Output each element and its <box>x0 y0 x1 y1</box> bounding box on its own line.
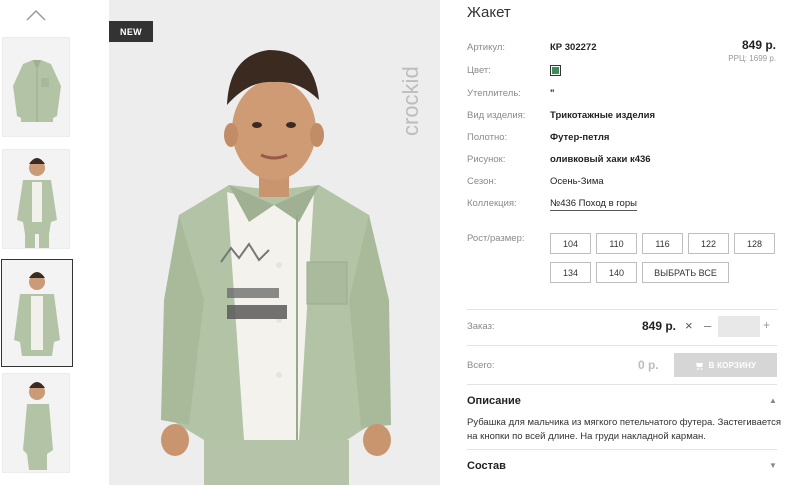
thumbnail-side-view[interactable] <box>2 373 70 473</box>
attr-label-collection: Коллекция: <box>467 198 517 209</box>
attr-value-pattern: оливковый хаки к436 <box>550 154 651 165</box>
quantity-input[interactable] <box>718 316 760 337</box>
main-product-photo[interactable]: NEW crockid <box>109 0 440 485</box>
thumbnail-selected[interactable] <box>1 259 73 367</box>
select-all-sizes-button[interactable]: ВЫБРАТЬ ВСЕ <box>642 262 729 283</box>
order-label: Заказ: <box>467 321 495 332</box>
size-option[interactable]: 104 <box>550 233 591 254</box>
composition-toggle[interactable]: Состав <box>467 460 506 472</box>
attr-label-insulation: Утеплитель: <box>467 88 521 99</box>
attr-value-type: Трикотажные изделия <box>550 110 656 121</box>
collection-link[interactable]: №436 Поход в горы <box>550 198 637 211</box>
description-text: Рубашка для мальчика из мягкого петельча… <box>467 417 782 442</box>
collection-link-text[interactable]: №436 Поход в горы <box>550 198 637 211</box>
attr-label-type: Вид изделия: <box>467 110 526 121</box>
new-badge: NEW <box>109 21 153 42</box>
crockid-logo: crockid <box>398 66 423 136</box>
close-icon[interactable]: × <box>685 318 693 333</box>
chevron-down-icon[interactable]: ▼ <box>769 461 777 470</box>
thumbnail-jacket[interactable] <box>2 37 70 137</box>
divider <box>467 309 777 310</box>
size-option[interactable]: 134 <box>550 262 591 283</box>
svg-text:crockid: crockid <box>398 66 423 136</box>
decrease-quantity-button[interactable]: – <box>704 318 711 333</box>
total-label: Всего: <box>467 360 495 371</box>
description-toggle[interactable]: Описание <box>467 395 521 407</box>
attr-value-insulation: " <box>550 88 555 99</box>
thumbnail-front-view[interactable] <box>2 149 70 249</box>
attr-value-season: Осень-Зима <box>550 176 604 187</box>
size-option[interactable]: 116 <box>642 233 683 254</box>
divider <box>467 384 777 385</box>
recommended-price: РРЦ: 1699 р. <box>728 54 776 63</box>
add-to-cart-button[interactable]: В КОРЗИНУ <box>674 353 777 377</box>
attr-value-fabric: Футер-петля <box>550 132 610 143</box>
divider <box>467 449 777 450</box>
chevron-up-icon[interactable] <box>25 8 47 22</box>
add-to-cart-label: В КОРЗИНУ <box>708 360 757 370</box>
product-price: 849 р. <box>741 38 776 52</box>
size-option[interactable]: 122 <box>688 233 729 254</box>
attr-label-pattern: Рисунок: <box>467 154 506 165</box>
thumbnail-gallery <box>0 0 75 485</box>
product-title: Жакет <box>467 4 511 21</box>
total-value: 0 р. <box>638 358 659 372</box>
size-option[interactable]: 128 <box>734 233 775 254</box>
attr-label-article: Артикул: <box>467 42 506 53</box>
divider <box>467 345 777 346</box>
attr-label-color: Цвет: <box>467 65 491 76</box>
chevron-up-icon[interactable]: ▲ <box>769 396 777 405</box>
cart-icon <box>695 362 703 370</box>
attr-value-article: КР 302272 <box>550 42 597 53</box>
attr-label-season: Сезон: <box>467 176 497 187</box>
size-option[interactable]: 140 <box>596 262 637 283</box>
size-option[interactable]: 110 <box>596 233 637 254</box>
order-price: 849 р. <box>642 319 677 333</box>
attr-label-fabric: Полотно: <box>467 132 508 143</box>
product-photo-illustration <box>109 0 440 485</box>
increase-quantity-button[interactable]: + <box>763 318 770 332</box>
size-label: Рост/размер: <box>467 233 525 244</box>
color-swatch[interactable] <box>550 65 561 76</box>
